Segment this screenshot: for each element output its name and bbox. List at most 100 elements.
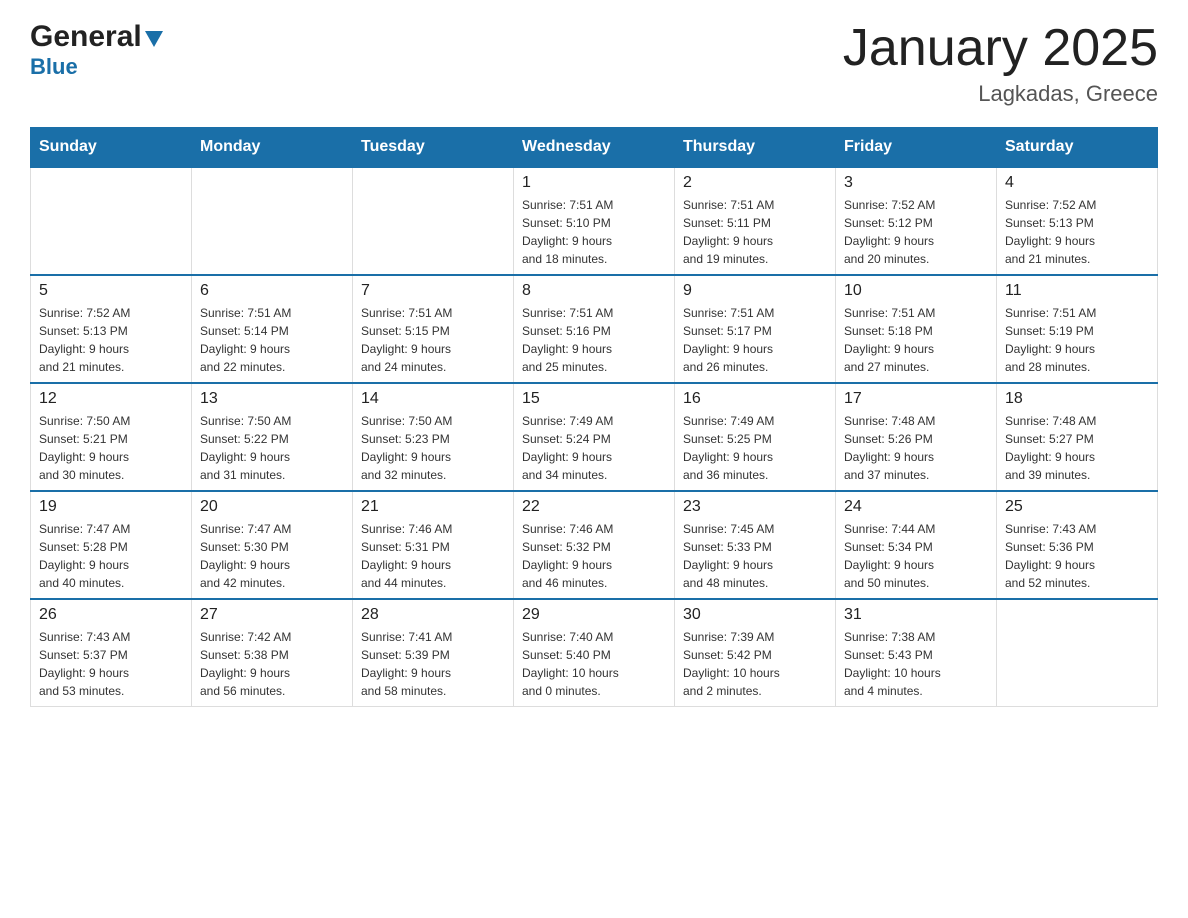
calendar-cell: 6 Sunrise: 7:51 AMSunset: 5:14 PMDaylight…	[192, 275, 353, 383]
calendar-week-row: 26 Sunrise: 7:43 AMSunset: 5:37 PMDayligh…	[31, 599, 1158, 707]
day-info: Sunrise: 7:42 AMSunset: 5:38 PMDaylight:…	[200, 628, 344, 700]
col-header-monday: Monday	[192, 128, 353, 168]
day-info: Sunrise: 7:51 AMSunset: 5:11 PMDaylight:…	[683, 196, 827, 268]
calendar-cell: 26 Sunrise: 7:43 AMSunset: 5:37 PMDayligh…	[31, 599, 192, 707]
calendar-cell: 5Sunrise: 7:52 AMSunset: 5:13 PMDaylight…	[31, 275, 192, 383]
day-number: 27	[200, 606, 344, 624]
day-info: Sunrise: 7:43 AMSunset: 5:36 PMDaylight:…	[1005, 520, 1149, 592]
calendar-cell: 2Sunrise: 7:51 AMSunset: 5:11 PMDaylight…	[675, 167, 836, 275]
day-info: Sunrise: 7:38 AMSunset: 5:43 PMDaylight:…	[844, 628, 988, 700]
calendar-week-row: 1Sunrise: 7:51 AMSunset: 5:10 PMDaylight…	[31, 167, 1158, 275]
day-number: 11	[1005, 282, 1149, 300]
day-info: Sunrise: 7:48 AMSunset: 5:26 PMDaylight:…	[844, 412, 988, 484]
page-header: General Blue January 2025 Lagkadas, Gree…	[30, 20, 1158, 107]
day-number: 9	[683, 282, 827, 300]
day-number: 6	[200, 282, 344, 300]
day-number: 7	[361, 282, 505, 300]
calendar-cell	[192, 167, 353, 275]
calendar-cell: 31 Sunrise: 7:38 AMSunset: 5:43 PMDayligh…	[836, 599, 997, 707]
calendar-cell: 9 Sunrise: 7:51 AMSunset: 5:17 PMDaylight…	[675, 275, 836, 383]
day-info: Sunrise: 7:40 AMSunset: 5:40 PMDaylight:…	[522, 628, 666, 700]
calendar-title: January 2025	[843, 20, 1158, 77]
calendar-cell: 29 Sunrise: 7:40 AMSunset: 5:40 PMDayligh…	[514, 599, 675, 707]
logo-triangle-icon	[145, 31, 163, 47]
col-header-saturday: Saturday	[997, 128, 1158, 168]
calendar-cell: 22Sunrise: 7:46 AMSunset: 5:32 PMDayligh…	[514, 491, 675, 599]
calendar-cell: 4 Sunrise: 7:52 AMSunset: 5:13 PMDaylight…	[997, 167, 1158, 275]
calendar-cell: 1Sunrise: 7:51 AMSunset: 5:10 PMDaylight…	[514, 167, 675, 275]
calendar-cell: 15 Sunrise: 7:49 AMSunset: 5:24 PMDayligh…	[514, 383, 675, 491]
day-number: 25	[1005, 498, 1149, 516]
calendar-cell: 8 Sunrise: 7:51 AMSunset: 5:16 PMDaylight…	[514, 275, 675, 383]
day-number: 1	[522, 174, 666, 192]
day-number: 3	[844, 174, 988, 192]
day-info: Sunrise: 7:51 AMSunset: 5:17 PMDaylight:…	[683, 304, 827, 376]
col-header-sunday: Sunday	[31, 128, 192, 168]
day-info: Sunrise: 7:46 AMSunset: 5:31 PMDaylight:…	[361, 520, 505, 592]
calendar-cell: 7 Sunrise: 7:51 AMSunset: 5:15 PMDaylight…	[353, 275, 514, 383]
day-number: 30	[683, 606, 827, 624]
day-number: 16	[683, 390, 827, 408]
calendar-cell: 27 Sunrise: 7:42 AMSunset: 5:38 PMDayligh…	[192, 599, 353, 707]
day-number: 17	[844, 390, 988, 408]
col-header-friday: Friday	[836, 128, 997, 168]
calendar-cell: 30 Sunrise: 7:39 AMSunset: 5:42 PMDayligh…	[675, 599, 836, 707]
calendar-cell: 12 Sunrise: 7:50 AMSunset: 5:21 PMDayligh…	[31, 383, 192, 491]
calendar-week-row: 5Sunrise: 7:52 AMSunset: 5:13 PMDaylight…	[31, 275, 1158, 383]
day-info: Sunrise: 7:50 AMSunset: 5:22 PMDaylight:…	[200, 412, 344, 484]
day-number: 15	[522, 390, 666, 408]
logo: General Blue	[30, 20, 163, 78]
calendar-cell	[31, 167, 192, 275]
day-number: 8	[522, 282, 666, 300]
day-number: 26	[39, 606, 183, 624]
calendar-cell: 21 Sunrise: 7:46 AMSunset: 5:31 PMDayligh…	[353, 491, 514, 599]
day-number: 29	[522, 606, 666, 624]
calendar-cell: 24Sunrise: 7:44 AMSunset: 5:34 PMDayligh…	[836, 491, 997, 599]
day-info: Sunrise: 7:51 AMSunset: 5:18 PMDaylight:…	[844, 304, 988, 376]
col-header-wednesday: Wednesday	[514, 128, 675, 168]
col-header-tuesday: Tuesday	[353, 128, 514, 168]
day-number: 5	[39, 282, 183, 300]
calendar-cell: 3 Sunrise: 7:52 AMSunset: 5:12 PMDaylight…	[836, 167, 997, 275]
calendar-cell: 11Sunrise: 7:51 AMSunset: 5:19 PMDayligh…	[997, 275, 1158, 383]
calendar-cell: 18 Sunrise: 7:48 AMSunset: 5:27 PMDayligh…	[997, 383, 1158, 491]
calendar-cell: 17 Sunrise: 7:48 AMSunset: 5:26 PMDayligh…	[836, 383, 997, 491]
calendar-cell: 19Sunrise: 7:47 AMSunset: 5:28 PMDayligh…	[31, 491, 192, 599]
day-info: Sunrise: 7:41 AMSunset: 5:39 PMDaylight:…	[361, 628, 505, 700]
day-number: 21	[361, 498, 505, 516]
logo-general-text: General	[30, 20, 142, 54]
day-number: 12	[39, 390, 183, 408]
calendar-cell: 23Sunrise: 7:45 AMSunset: 5:33 PMDayligh…	[675, 491, 836, 599]
day-number: 23	[683, 498, 827, 516]
calendar-cell: 20Sunrise: 7:47 AMSunset: 5:30 PMDayligh…	[192, 491, 353, 599]
calendar-cell	[353, 167, 514, 275]
day-info: Sunrise: 7:39 AMSunset: 5:42 PMDaylight:…	[683, 628, 827, 700]
day-info: Sunrise: 7:51 AMSunset: 5:16 PMDaylight:…	[522, 304, 666, 376]
calendar-cell	[997, 599, 1158, 707]
day-info: Sunrise: 7:49 AMSunset: 5:24 PMDaylight:…	[522, 412, 666, 484]
day-number: 22	[522, 498, 666, 516]
day-info: Sunrise: 7:52 AMSunset: 5:13 PMDaylight:…	[1005, 196, 1149, 268]
day-number: 19	[39, 498, 183, 516]
day-number: 10	[844, 282, 988, 300]
day-number: 31	[844, 606, 988, 624]
day-number: 20	[200, 498, 344, 516]
calendar-cell: 14Sunrise: 7:50 AMSunset: 5:23 PMDayligh…	[353, 383, 514, 491]
day-info: Sunrise: 7:50 AMSunset: 5:23 PMDaylight:…	[361, 412, 505, 484]
day-number: 4	[1005, 174, 1149, 192]
day-info: Sunrise: 7:49 AMSunset: 5:25 PMDaylight:…	[683, 412, 827, 484]
day-info: Sunrise: 7:48 AMSunset: 5:27 PMDaylight:…	[1005, 412, 1149, 484]
calendar-cell: 25 Sunrise: 7:43 AMSunset: 5:36 PMDayligh…	[997, 491, 1158, 599]
day-info: Sunrise: 7:52 AMSunset: 5:12 PMDaylight:…	[844, 196, 988, 268]
day-info: Sunrise: 7:51 AMSunset: 5:15 PMDaylight:…	[361, 304, 505, 376]
day-info: Sunrise: 7:43 AMSunset: 5:37 PMDaylight:…	[39, 628, 183, 700]
day-info: Sunrise: 7:50 AMSunset: 5:21 PMDaylight:…	[39, 412, 183, 484]
day-info: Sunrise: 7:51 AMSunset: 5:14 PMDaylight:…	[200, 304, 344, 376]
day-number: 18	[1005, 390, 1149, 408]
title-block: January 2025 Lagkadas, Greece	[843, 20, 1158, 107]
calendar-location: Lagkadas, Greece	[843, 81, 1158, 107]
calendar-week-row: 12 Sunrise: 7:50 AMSunset: 5:21 PMDayligh…	[31, 383, 1158, 491]
calendar-cell: 10 Sunrise: 7:51 AMSunset: 5:18 PMDayligh…	[836, 275, 997, 383]
logo-blue-text: Blue	[30, 56, 78, 78]
calendar-cell: 16 Sunrise: 7:49 AMSunset: 5:25 PMDayligh…	[675, 383, 836, 491]
